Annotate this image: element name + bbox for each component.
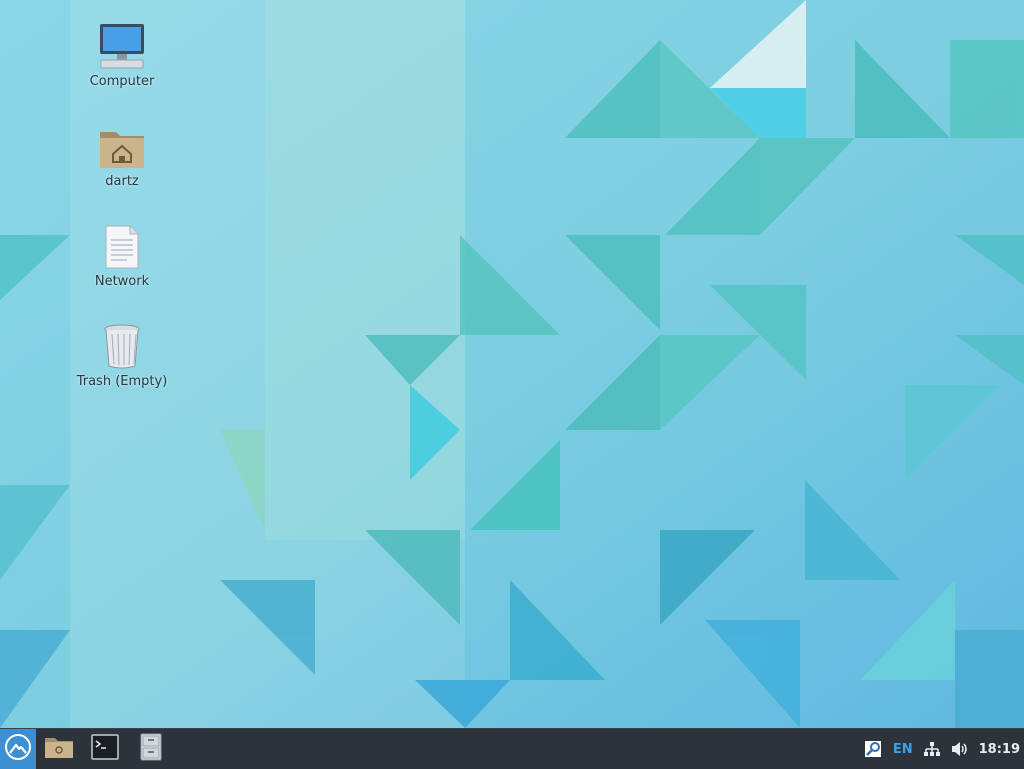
- volume-icon[interactable]: [951, 741, 969, 757]
- launcher-terminal[interactable]: [87, 733, 123, 765]
- desktop-icon-label: dartz: [105, 174, 139, 189]
- folder-icon: [44, 735, 74, 763]
- taskbar: EN 18:19: [0, 728, 1024, 769]
- computer-icon: [96, 18, 148, 70]
- keyboard-language-indicator[interactable]: EN: [893, 742, 913, 757]
- desktop-icon-label: Computer: [89, 74, 155, 89]
- file-cabinet-icon: [139, 733, 163, 765]
- mountain-logo-icon: [5, 734, 31, 764]
- terminal-icon: [91, 734, 119, 764]
- clock[interactable]: 18:19: [979, 742, 1020, 757]
- desktop-icon-trash[interactable]: Trash (Empty): [72, 318, 172, 389]
- launcher-file-manager[interactable]: [41, 733, 77, 765]
- system-tray: EN 18:19: [858, 729, 1024, 769]
- desktop-icon-label: Trash (Empty): [76, 374, 168, 389]
- launcher-file-cabinet[interactable]: [133, 733, 169, 765]
- home-folder-icon: [96, 118, 148, 170]
- trash-icon: [96, 318, 148, 370]
- search-icon[interactable]: [863, 739, 883, 759]
- desktop-icon-label: Network: [94, 274, 150, 289]
- document-icon: [96, 218, 148, 270]
- desktop-icon-network[interactable]: Network: [72, 218, 172, 289]
- start-menu-button[interactable]: [0, 729, 36, 769]
- network-icon[interactable]: [923, 741, 941, 757]
- desktop-icon-computer[interactable]: Computer: [72, 18, 172, 89]
- desktop-icon-home[interactable]: dartz: [72, 118, 172, 189]
